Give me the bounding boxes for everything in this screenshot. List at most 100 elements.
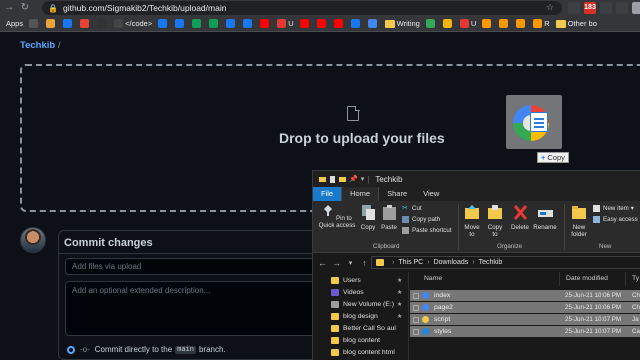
pin-quick-access-button[interactable]: Pin to Quick access xyxy=(317,205,357,229)
explorer-titlebar[interactable]: 📌 ▾ | Techkib xyxy=(313,171,640,187)
branch-name: main xyxy=(175,345,196,354)
tab-file[interactable]: File xyxy=(313,187,342,201)
new-folder-button[interactable]: New folder xyxy=(568,205,590,238)
row-checkbox[interactable] xyxy=(413,316,419,323)
extension-icon[interactable] xyxy=(632,2,640,14)
radio-button[interactable] xyxy=(67,345,75,354)
bookmark-item[interactable] xyxy=(367,19,379,28)
up-icon[interactable]: ↑ xyxy=(360,258,369,268)
file-row[interactable]: index 25-Jun-21 10:06 PM Ch xyxy=(410,290,640,301)
bookmark-item[interactable] xyxy=(482,19,493,28)
row-checkbox[interactable] xyxy=(413,304,419,311)
bookmark-item[interactable]: </code> xyxy=(114,19,152,28)
copy-path-button[interactable]: Copy path xyxy=(402,216,440,223)
bookmark-item[interactable] xyxy=(333,19,345,28)
rename-button[interactable]: Rename xyxy=(533,205,557,231)
extension-icon[interactable]: 183 xyxy=(584,2,596,14)
new-item-button[interactable]: New item ▾ xyxy=(593,205,634,212)
easy-access-button[interactable]: Easy access▾ xyxy=(593,216,640,223)
copy-button[interactable]: Copy xyxy=(359,205,377,231)
bookmark-item[interactable] xyxy=(80,19,91,28)
forward-icon[interactable]: → xyxy=(2,1,16,15)
tab-view[interactable]: View xyxy=(415,187,447,201)
pin-icon[interactable]: 📌 xyxy=(349,175,358,183)
bookmark-item[interactable]: Apps xyxy=(6,19,23,28)
file-row[interactable]: styles 25-Jun-21 10:07 PM Ca xyxy=(410,326,640,337)
column-date-modified[interactable]: Date modified xyxy=(560,272,626,286)
bookmark-item[interactable] xyxy=(226,19,237,28)
new-folder-qa-icon[interactable] xyxy=(339,176,346,183)
bookmark-item[interactable] xyxy=(209,19,220,28)
column-name[interactable]: Name xyxy=(410,272,560,286)
bookmark-item[interactable] xyxy=(175,19,186,28)
column-type[interactable]: Ty xyxy=(626,272,640,286)
reload-icon[interactable]: ↻ xyxy=(18,1,32,15)
paste-shortcut-button[interactable]: Paste shortcut xyxy=(402,227,452,234)
properties-icon[interactable] xyxy=(329,175,336,183)
bookmark-item[interactable]: U xyxy=(277,19,294,28)
forward-icon[interactable]: → xyxy=(332,258,341,268)
bookmark-item[interactable] xyxy=(299,19,311,28)
quick-access-toolbar: 📌 ▾ xyxy=(319,175,364,183)
bookmark-item[interactable]: R xyxy=(533,19,550,28)
bookmark-item[interactable] xyxy=(243,19,254,28)
nav-pane-item[interactable]: blog design ★ xyxy=(331,310,402,322)
nav-pane-item[interactable]: New Volume (E:) ★ xyxy=(331,298,402,310)
bookmarks-bar: Apps </code> U Writing U R Other bo xyxy=(0,16,640,32)
bookmark-star-icon[interactable]: ☆ xyxy=(546,2,554,13)
bookmark-folder[interactable]: Other bo xyxy=(555,19,597,28)
file-row[interactable]: script 25-Jun-21 10:07 PM Ja xyxy=(410,314,640,325)
repo-link[interactable]: Techkib xyxy=(20,40,55,51)
bookmark-item[interactable] xyxy=(350,19,362,28)
extension-icon[interactable] xyxy=(568,2,580,14)
file-row[interactable]: page2 25-Jun-21 10:06 PM Ch xyxy=(410,302,640,313)
bookmark-item[interactable] xyxy=(260,19,271,28)
recent-dropdown-icon[interactable]: ▾ xyxy=(346,259,355,267)
path-segment[interactable]: This PC xyxy=(398,259,423,266)
bookmark-item[interactable] xyxy=(316,19,328,28)
bookmark-item[interactable]: U xyxy=(459,19,476,28)
bookmark-item[interactable] xyxy=(192,19,203,28)
folder-icon xyxy=(331,288,339,296)
row-checkbox[interactable] xyxy=(413,292,419,299)
avatar[interactable] xyxy=(20,227,46,253)
customize-dropdown-icon[interactable]: ▾ xyxy=(361,175,365,183)
nav-pane-item[interactable]: blog content xyxy=(331,334,380,346)
bookmark-folder[interactable]: Writing xyxy=(384,19,420,28)
path-segment[interactable]: Techkib xyxy=(479,259,503,266)
bookmark-item[interactable] xyxy=(425,19,437,28)
path-segment[interactable]: Downloads xyxy=(434,259,469,266)
row-checkbox[interactable] xyxy=(413,328,419,335)
back-icon[interactable]: ← xyxy=(318,258,327,268)
tab-share[interactable]: Share xyxy=(379,187,415,201)
pin-icon xyxy=(324,205,333,216)
extension-icon[interactable] xyxy=(616,2,628,14)
file-type-icon xyxy=(422,292,429,299)
bookmark-label: Other bo xyxy=(567,19,597,28)
bookmark-item[interactable] xyxy=(499,19,510,28)
bookmark-item[interactable] xyxy=(442,19,454,28)
file-type: Ch xyxy=(632,292,640,299)
explorer-title: Techkib xyxy=(375,174,403,184)
nav-pane-item[interactable]: Videos ★ xyxy=(331,286,402,298)
bookmark-item[interactable] xyxy=(158,19,169,28)
bookmark-item[interactable] xyxy=(97,19,108,28)
paste-button[interactable]: Paste xyxy=(379,205,399,231)
path-bar[interactable]: › This PC › Downloads › Techkib xyxy=(371,256,640,269)
tab-home[interactable]: Home xyxy=(341,187,380,201)
bookmark-item[interactable] xyxy=(29,19,40,28)
nav-pane-item[interactable]: blog content html xyxy=(331,346,395,358)
extension-icon[interactable] xyxy=(600,2,612,14)
navigation-pane: Users ★ Videos ★ New Volume (E:) ★ blog design… xyxy=(313,272,409,360)
bookmark-item[interactable] xyxy=(46,19,57,28)
copy-to-button[interactable]: Copy to xyxy=(485,205,505,238)
nav-pane-item[interactable]: Better Call So aul xyxy=(331,322,396,334)
nav-pane-item[interactable]: Users ★ xyxy=(331,274,402,286)
commit-direct-option[interactable]: -o- Commit directly to the main branch. xyxy=(67,345,226,354)
bookmark-item[interactable] xyxy=(516,19,527,28)
cut-button[interactable]: ✂ Cut xyxy=(402,205,422,212)
bookmark-item[interactable] xyxy=(63,19,74,28)
move-to-button[interactable]: Move to xyxy=(462,205,482,238)
delete-button[interactable]: Delete xyxy=(510,205,530,231)
address-bar[interactable]: 🔒 github.com/Sigmakib2/Techkib/upload/ma… xyxy=(42,1,562,15)
